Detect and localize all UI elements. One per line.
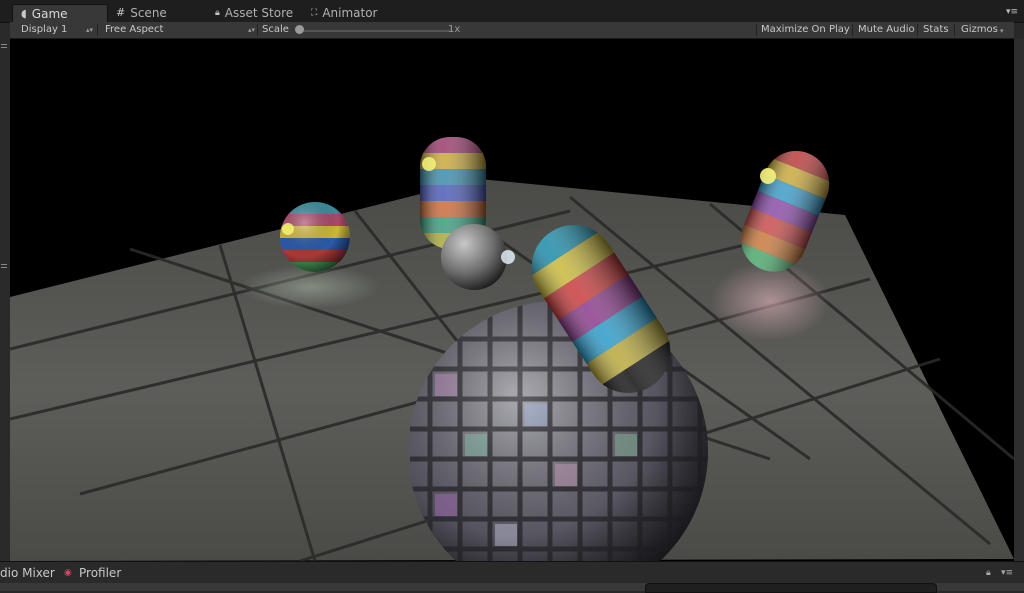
game-viewport[interactable] — [10, 39, 1014, 561]
toolbar-divider — [756, 24, 757, 36]
panel-menu-icon[interactable]: ▾≡ — [1001, 562, 1013, 584]
scale-label: Scale — [262, 24, 289, 35]
lock-icon[interactable]: 🔒︎ — [986, 562, 991, 584]
pacman-icon: ◖ — [21, 7, 27, 20]
display-dropdown[interactable]: Display 1 — [21, 22, 67, 38]
bottom-tab-bar: dio Mixer ◉ Profiler 🔒︎ ▾≡ — [0, 561, 1024, 584]
toolbar-divider — [917, 24, 918, 36]
toolbar-divider — [954, 24, 955, 36]
gutter-grip-icon — [1, 47, 7, 48]
grey-sphere — [441, 224, 507, 290]
toolbar-divider — [97, 24, 98, 36]
scale-value: 1x — [448, 24, 461, 35]
tab-profiler[interactable]: Profiler — [79, 562, 121, 584]
tab-label: Asset Store — [224, 6, 294, 20]
tab-audio-mixer[interactable]: dio Mixer — [0, 562, 55, 584]
gutter-grip-icon — [1, 264, 7, 265]
search-input[interactable] — [645, 583, 937, 593]
mute-audio-toggle[interactable]: Mute Audio — [858, 22, 915, 38]
tab-label: Animator — [322, 6, 378, 20]
tab-label: Game — [31, 7, 68, 21]
editor-tab-bar: ◖ Game # Scene 🔒︎ Asset Store ⛶ Animator… — [0, 0, 1024, 23]
gutter-grip-icon — [1, 267, 7, 268]
toolbar-divider — [257, 24, 258, 36]
profiler-icon: ◉ — [64, 568, 72, 578]
updown-icon: ▴▾ — [86, 26, 94, 34]
updown-icon: ▴▾ — [248, 26, 256, 34]
tab-asset-store[interactable]: 🔒︎ Asset Store — [215, 4, 293, 22]
right-gutter — [1014, 39, 1024, 561]
scale-slider-thumb[interactable] — [295, 25, 304, 34]
tab-scene[interactable]: # Scene — [116, 4, 167, 22]
game-toolbar: Display 1 ▴▾ Free Aspect ▴▾ Scale 1x Max… — [10, 22, 1014, 39]
light-spot — [710, 261, 830, 341]
chevron-down-icon: ▾ — [1000, 27, 1004, 35]
tab-animator[interactable]: ⛶ Animator — [311, 4, 377, 22]
tab-game[interactable]: ◖ Game — [12, 4, 108, 23]
animator-icon: ⛶ — [311, 8, 318, 18]
panel-menu-icon[interactable]: ▾≡ — [1006, 7, 1018, 17]
stats-toggle[interactable]: Stats — [923, 22, 949, 38]
aspect-dropdown[interactable]: Free Aspect — [105, 22, 163, 38]
grid-icon: # — [116, 6, 126, 19]
maximize-on-play-toggle[interactable]: Maximize On Play — [761, 22, 850, 38]
gutter-grip-icon — [1, 44, 7, 45]
gizmos-dropdown[interactable]: Gizmos — [961, 22, 998, 38]
scale-slider-track[interactable] — [302, 30, 450, 32]
toolbar-divider — [852, 24, 853, 36]
lock-icon: 🔒︎ — [215, 8, 220, 18]
tab-label: Scene — [130, 6, 167, 20]
game-render — [10, 137, 1014, 561]
